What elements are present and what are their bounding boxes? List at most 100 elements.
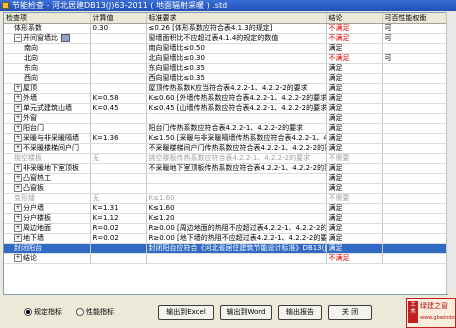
expand-icon[interactable]: + — [14, 254, 22, 262]
table-row[interactable]: + 外墙 K=0.58 K≤0.60 [外墙传热系数应符合表4.2.2-1、4.2.2… — [4, 93, 447, 104]
requirement-cell: K≤0.45 [山墙传热系数应符合表4.2.2-1、4.2.2-2的要求] — [146, 103, 327, 114]
check-item-cell[interactable]: 北向 — [4, 53, 91, 64]
check-item-cell[interactable]: + 分户楼板 — [4, 213, 91, 224]
table-row[interactable]: + 结论 不满足 — [4, 253, 447, 264]
result-cell: 满足 — [326, 63, 383, 74]
table-row[interactable]: + 分户墙 K=1.31 K≤1.60 满足 — [4, 203, 447, 214]
logo-url: www.gbwindows.cn — [420, 315, 456, 321]
requirement-cell: K≤1.60 — [146, 203, 327, 214]
table-row[interactable]: + 周边地面 R=0.02 R≥0.00 [周边地面的热阻不应超过表4.2.2-1、4… — [4, 223, 447, 234]
check-item-cell[interactable]: + 周边地面 — [4, 223, 91, 234]
check-item-cell[interactable]: − 开间窗墙比 — [4, 33, 91, 44]
table-row[interactable]: + 凸窗板 满足 — [4, 183, 447, 194]
col-header-item[interactable]: 检查项 — [4, 13, 91, 24]
table-row[interactable]: + 凸窗热工 满足 — [4, 173, 447, 184]
table-row[interactable]: 挑空楼板 无挑空楼板传热系数应符合表4.2.2-1、4.2.2-2的要求 不需要 — [4, 153, 447, 164]
expand-icon[interactable]: + — [14, 174, 22, 182]
requirement-cell — [146, 173, 327, 184]
table-row[interactable]: + 非采暖地下室顶板 不采暖地下室顶板传热系数应符合表4.2.2-1、4.2.2-2… — [4, 163, 447, 174]
check-item-cell[interactable]: + 地下墙 — [4, 233, 91, 244]
table-row[interactable]: + 采暖与非采暖隔墙 K=1.36 K≤1.50 [采暖与非采暖隔墙传热系数应符合表4… — [4, 133, 447, 144]
check-item-cell[interactable]: 南向 — [4, 43, 91, 54]
check-item-cell[interactable]: + 外墙 — [4, 93, 91, 104]
col-header-result[interactable]: 结论 — [326, 13, 383, 24]
result-cell: 满足 — [326, 143, 383, 154]
value-cell: K=1.31 — [90, 203, 147, 214]
table-row[interactable]: + 地下墙 R=0.02 R≥0.00 [地下墙的热阻不应超过表4.2.2-1、4.2… — [4, 233, 447, 244]
table-row[interactable]: − 开间窗墙比 窗墙面积比不应超过表4.1.4的规定的数值 不满足可 — [4, 33, 447, 44]
tradeoff-cell — [382, 163, 447, 174]
check-item-cell[interactable]: 变形缝 — [4, 193, 91, 204]
check-item-cell[interactable]: + 采暖与非采暖隔墙 — [4, 133, 91, 144]
check-item-cell[interactable]: 体形系数 — [4, 23, 91, 34]
check-item-cell[interactable]: 东向 — [4, 63, 91, 74]
radio-prescriptive[interactable]: 规定指标 — [24, 307, 62, 317]
expand-icon[interactable]: + — [14, 214, 22, 222]
check-item-cell[interactable]: 西向 — [4, 73, 91, 84]
expand-icon[interactable]: + — [14, 94, 22, 102]
check-item-cell[interactable]: + 非采暖地下室顶板 — [4, 163, 91, 174]
result-cell: 不满足 — [326, 23, 383, 34]
table-row[interactable]: 南向 南向窗墙比≤0.50 满足 — [4, 43, 447, 54]
col-header-value[interactable]: 计算值 — [90, 13, 147, 24]
expand-icon[interactable]: + — [14, 114, 22, 122]
check-item-label: 阳台门 — [23, 124, 44, 132]
check-item-cell[interactable]: + 不采暖楼梯间户门 — [4, 143, 91, 154]
check-item-cell[interactable]: + 屋顶 — [4, 83, 91, 94]
col-header-tradeoff[interactable]: 可否性能权衡 — [382, 13, 447, 24]
tradeoff-cell: 可 — [382, 53, 447, 64]
table-row[interactable]: + 外窗 满足 — [4, 113, 447, 124]
check-item-cell[interactable]: + 凸窗板 — [4, 183, 91, 194]
table-header: 检查项 计算值 标准要求 结论 可否性能权衡 — [4, 13, 447, 24]
expand-icon[interactable]: + — [14, 124, 22, 132]
expand-icon[interactable]: + — [14, 134, 22, 142]
check-item-label: 单元式建筑山墙 — [23, 104, 72, 112]
tradeoff-cell — [382, 233, 447, 244]
window-title: 节能检查 - 河北居建DB13(J)63-2011 ( 地面辐射采暖 ) .st… — [12, 1, 228, 10]
table-row[interactable]: 东向 东向窗墙比≤0.35 满足 — [4, 63, 447, 74]
check-item-cell[interactable]: 挑空楼板 — [4, 153, 91, 164]
check-item-cell[interactable]: + 结论 — [4, 253, 91, 264]
table-row[interactable]: 西向 西向窗墙比≤0.35 满足 — [4, 73, 447, 84]
check-item-cell[interactable]: + 单元式建筑山墙 — [4, 103, 91, 114]
table-row[interactable]: + 单元式建筑山墙 K=0.45 K≤0.45 [山墙传热系数应符合表4.2.2-1、… — [4, 103, 447, 114]
radio-performance[interactable]: 性能指标 — [76, 307, 114, 317]
title-bar[interactable]: 节能检查 - 河北居建DB13(J)63-2011 ( 地面辐射采暖 ) .st… — [0, 0, 456, 11]
export-excel-button[interactable]: 输出到Excel — [158, 305, 214, 320]
expand-icon[interactable]: + — [14, 84, 22, 92]
table-row[interactable]: 封闭阳台 封闭阳台应符合《河北省居住建筑节能设计标准》DB13(J)63-2011… — [4, 243, 447, 254]
expand-icon[interactable]: + — [14, 224, 22, 232]
vertical-scrollbar[interactable] — [446, 12, 455, 294]
expand-icon[interactable]: + — [14, 104, 22, 112]
expand-icon[interactable]: + — [14, 144, 22, 152]
table-row[interactable]: + 分户楼板 K=1.12 K≤1.20 满足 — [4, 213, 447, 224]
check-item-label: 地下墙 — [23, 234, 44, 242]
export-word-button[interactable]: 输出到Word — [220, 305, 272, 320]
expand-icon[interactable]: + — [14, 234, 22, 242]
table-row[interactable]: 体形系数 0.30 ≤0.26 [体形系数应符合表4.1.3的规定] 不满足可 — [4, 23, 447, 34]
table-row[interactable]: 变形缝 无 K≤1.60 不需要 — [4, 193, 447, 204]
close-button[interactable]: 关 闭 — [328, 305, 372, 320]
check-item-cell[interactable]: + 外窗 — [4, 113, 91, 124]
export-report-button[interactable]: 输出报告 — [278, 305, 322, 320]
table-row[interactable]: + 阳台门 阳台门传热系数应符合表4.2.2-1、4.2.2-2的要求 满足 — [4, 123, 447, 134]
detail-picker-icon[interactable] — [61, 34, 70, 42]
check-item-label: 挑空楼板 — [14, 154, 42, 162]
requirement-cell: 西向窗墙比≤0.35 — [146, 73, 327, 84]
expand-icon[interactable]: + — [14, 204, 22, 212]
table-row[interactable]: + 不采暖楼梯间户门 不采暖楼梯间户门传热系数应符合表4.2.2-1、4.2.2-2… — [4, 143, 447, 154]
expand-icon[interactable]: + — [14, 184, 22, 192]
value-cell — [90, 163, 147, 174]
check-item-cell[interactable]: 封闭阳台 — [4, 243, 91, 254]
check-item-cell[interactable]: + 阳台门 — [4, 123, 91, 134]
value-cell: K=0.45 — [90, 103, 147, 114]
table-row[interactable]: + 屋顶 屋顶传热系数K应当符合表4.2.2-1、4.2.2-2的要求 满足 — [4, 83, 447, 94]
col-header-requirement[interactable]: 标准要求 — [146, 13, 327, 24]
check-item-cell[interactable]: + 分户墙 — [4, 203, 91, 214]
check-item-cell[interactable]: + 凸窗热工 — [4, 173, 91, 184]
collapse-icon[interactable]: − — [14, 34, 22, 42]
result-cell: 满足 — [326, 123, 383, 134]
expand-icon[interactable]: + — [14, 164, 22, 172]
check-item-label: 不采暖楼梯间户门 — [23, 144, 79, 152]
table-row[interactable]: 北向 北向窗墙比≤0.30 不满足可 — [4, 53, 447, 64]
